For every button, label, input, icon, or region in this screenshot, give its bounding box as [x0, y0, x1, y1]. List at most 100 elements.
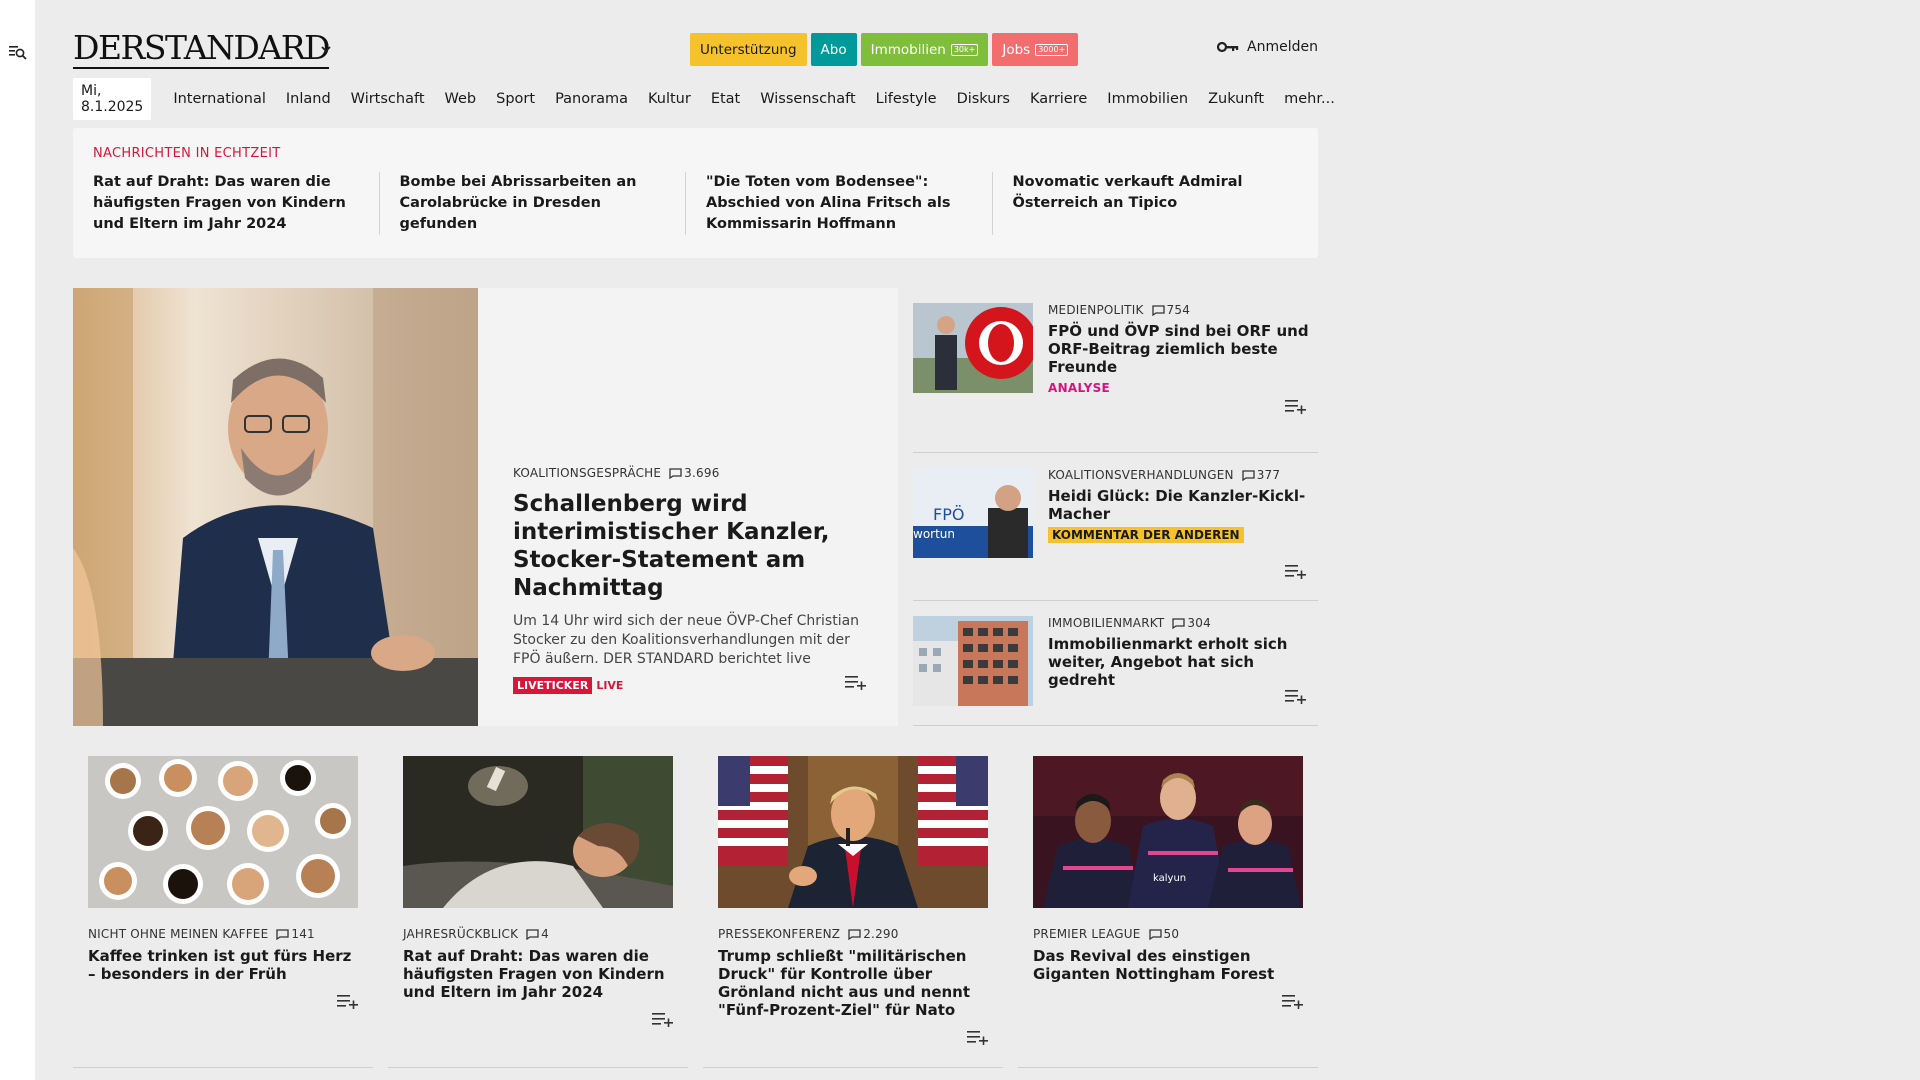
- hero-article[interactable]: KOALITIONSGESPRÄCHE 3.696 Schallenberg w…: [73, 288, 898, 726]
- immobilien-button[interactable]: Immobilien 30k+: [860, 33, 989, 66]
- add-to-list-icon[interactable]: [1285, 688, 1307, 704]
- comment-count[interactable]: 50: [1148, 927, 1180, 941]
- nav-web[interactable]: Web: [445, 91, 477, 107]
- article-row: NICHT OHNE MEINEN KAFFEE 141 Kaffee trin…: [73, 756, 1318, 1068]
- jobs-button[interactable]: Jobs 3000+: [992, 33, 1079, 66]
- article-card[interactable]: JAHRESRÜCKBLICK 4 Rat auf Draht: Das war…: [388, 756, 688, 1068]
- article-image[interactable]: kalyun: [1033, 756, 1303, 908]
- hero-image[interactable]: [73, 288, 478, 726]
- nav-diskurs[interactable]: Diskurs: [957, 91, 1010, 107]
- side-title[interactable]: Immobilienmarkt erholt sich weiter, Ange…: [1048, 635, 1318, 689]
- nav-karriere[interactable]: Karriere: [1030, 91, 1087, 107]
- article-image[interactable]: [403, 756, 673, 908]
- svg-text:kalyun: kalyun: [1153, 873, 1186, 884]
- card-title[interactable]: Kaffee trinken ist gut fürs Herz – beson…: [88, 947, 358, 983]
- nav-panorama[interactable]: Panorama: [555, 91, 628, 107]
- card-kicker: PREMIER LEAGUE 50: [1033, 927, 1303, 941]
- comment-count[interactable]: 4: [526, 927, 549, 941]
- side-title[interactable]: FPÖ und ÖVP sind bei ORF und ORF-Beitrag…: [1048, 322, 1318, 376]
- comment-icon: [848, 928, 861, 940]
- abo-button[interactable]: Abo: [810, 33, 857, 66]
- nav-sport[interactable]: Sport: [496, 91, 535, 107]
- add-to-list-icon[interactable]: [652, 1011, 674, 1027]
- news-ticker: NACHRICHTEN IN ECHTZEIT Rat auf Draht: D…: [73, 128, 1318, 258]
- side-article[interactable]: FPÖ wortun KOALITIONSVERHANDLUNGEN 377 H…: [913, 453, 1318, 601]
- comment-count[interactable]: 3.696: [669, 466, 719, 480]
- support-button[interactable]: Unterstützung: [690, 33, 807, 66]
- ticker-item[interactable]: "Die Toten vom Bodensee": Abschied von A…: [685, 172, 992, 235]
- add-to-list-icon[interactable]: [337, 993, 359, 1009]
- immobilien-badge: 30k+: [950, 43, 979, 56]
- comment-count-value: 754: [1166, 303, 1191, 317]
- ticker-title: NACHRICHTEN IN ECHTZEIT: [93, 146, 281, 161]
- key-icon: [1217, 41, 1239, 53]
- nav-kultur[interactable]: Kultur: [648, 91, 691, 107]
- comment-count-value: 2.290: [863, 927, 899, 941]
- comment-icon: [526, 928, 539, 940]
- nav-wissenschaft[interactable]: Wissenschaft: [760, 91, 855, 107]
- jobs-badge: 3000+: [1035, 43, 1069, 56]
- login-button[interactable]: Anmelden: [1217, 39, 1318, 55]
- svg-text:FPÖ: FPÖ: [933, 505, 964, 524]
- comment-icon: [1242, 469, 1255, 481]
- chevron-down-icon[interactable]: [319, 42, 333, 56]
- add-to-list-icon[interactable]: [1285, 398, 1307, 414]
- page: DERSTANDARD Unterstützung Abo Immobilien…: [73, 0, 1335, 1080]
- comment-icon: [276, 928, 290, 940]
- nav-inland[interactable]: Inland: [286, 91, 331, 107]
- comment-count-value: 4: [541, 927, 550, 941]
- article-image[interactable]: FPÖ wortun: [913, 468, 1033, 558]
- immobilien-label: Immobilien: [870, 41, 946, 58]
- article-card[interactable]: NICHT OHNE MEINEN KAFFEE 141 Kaffee trin…: [73, 756, 373, 1068]
- comment-count[interactable]: 304: [1172, 616, 1211, 630]
- comment-count-value: 377: [1256, 468, 1281, 482]
- article-image[interactable]: [88, 756, 358, 908]
- card-title[interactable]: Trump schließt "militärischen Druck" für…: [718, 947, 988, 1019]
- nav-immobilien[interactable]: Immobilien: [1107, 91, 1188, 107]
- comment-count-value: 3.696: [684, 466, 720, 480]
- hero-title[interactable]: Schallenberg wird interimisti­scher Kanz…: [513, 490, 863, 602]
- card-title[interactable]: Das Revival des einstigen Giganten Notti…: [1033, 947, 1303, 983]
- article-image[interactable]: [913, 616, 1033, 706]
- comment-icon: [1148, 928, 1162, 940]
- ticker-item[interactable]: Novomatic verkauft Admiral Öster­reich a…: [991, 172, 1299, 235]
- comment-count[interactable]: 141: [276, 927, 315, 941]
- abo-label: Abo: [820, 41, 847, 58]
- analyse-tag: ANALYSE: [1048, 381, 1111, 395]
- side-title[interactable]: Heidi Glück: Die Kanzler-Kickl-Macher: [1048, 487, 1318, 523]
- add-to-list-icon[interactable]: [1282, 993, 1304, 1009]
- support-label: Unterstützung: [700, 41, 797, 58]
- nav-lifestyle[interactable]: Lifestyle: [876, 91, 937, 107]
- nav-more[interactable]: mehr...: [1284, 91, 1335, 107]
- nav-etat[interactable]: Etat: [711, 91, 740, 107]
- hero-kicker: KOALITIONSGESPRÄCHE 3.696: [513, 466, 863, 480]
- comment-count[interactable]: 377: [1242, 468, 1281, 482]
- ticker-item[interactable]: Bombe bei Abrissarbeiten an Carolab­rück…: [378, 172, 686, 235]
- comment-count[interactable]: 2.290: [848, 927, 898, 941]
- side-kicker: MEDIENPOLITIK 754: [1048, 303, 1318, 317]
- hero-teaser: Um 14 Uhr wird sich der neue ÖVP-Chef Ch…: [513, 613, 860, 667]
- nav-zukunft[interactable]: Zukunft: [1208, 91, 1264, 107]
- side-article[interactable]: IMMOBILIENMARKT 304 Immobilienmarkt erho…: [913, 601, 1318, 726]
- article-card[interactable]: kalyun PREMIER LEAGUE 50 Das Revival des…: [1018, 756, 1318, 1068]
- comment-count[interactable]: 754: [1151, 303, 1191, 317]
- card-kicker: NICHT OHNE MEINEN KAFFEE 141: [88, 927, 358, 941]
- article-image[interactable]: [913, 303, 1033, 393]
- card-title[interactable]: Rat auf Draht: Das waren die häufigsten …: [403, 947, 673, 1001]
- article-image[interactable]: [718, 756, 988, 908]
- ticker-item[interactable]: Rat auf Draht: Das waren die häufigs­ten…: [93, 172, 379, 235]
- nav-wirtschaft[interactable]: Wirtschaft: [351, 91, 425, 107]
- add-to-list-icon[interactable]: [1285, 563, 1307, 579]
- add-to-list-icon[interactable]: [845, 674, 867, 690]
- comment-count-value: 304: [1187, 616, 1211, 630]
- article-card[interactable]: PRESSEKONFERENZ 2.290 Trump schließt "mi…: [703, 756, 1003, 1068]
- add-to-list-icon[interactable]: [967, 1029, 989, 1045]
- nav-international[interactable]: International: [173, 91, 266, 107]
- side-article[interactable]: MEDIENPOLITIK 754 FPÖ und ÖVP sind bei O…: [913, 288, 1318, 453]
- side-kicker-label: KOALITIONSVERHANDLUNGEN: [1048, 468, 1234, 482]
- kommentar-tag: KOMMENTAR DER ANDEREN: [1048, 527, 1244, 543]
- side-kicker-label: MEDIENPOLITIK: [1048, 303, 1144, 317]
- menu-search-icon[interactable]: [8, 42, 28, 62]
- logo[interactable]: DERSTANDARD: [73, 28, 331, 69]
- date-chip: Mi, 8.1.2025: [73, 78, 152, 120]
